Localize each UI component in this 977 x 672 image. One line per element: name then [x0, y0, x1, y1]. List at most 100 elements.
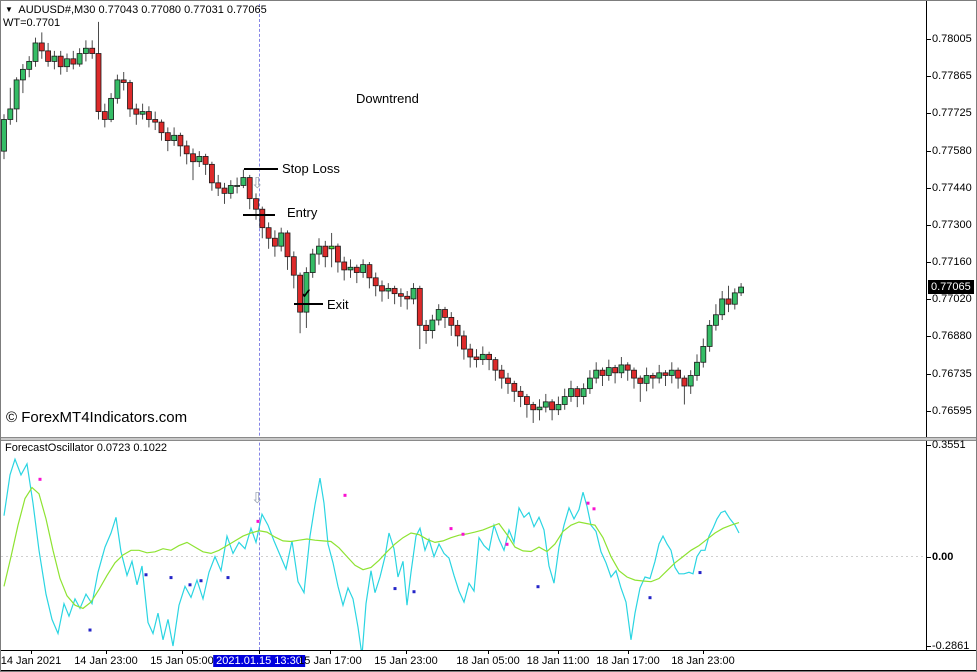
candle-body: [95, 53, 102, 112]
candle-body: [694, 361, 700, 376]
candle-body: [454, 324, 461, 337]
candle-body: [32, 42, 39, 62]
candle-body: [57, 55, 64, 68]
oscillator-values: 0.0723 0.1022: [96, 442, 168, 454]
candle-body: [379, 285, 385, 292]
time-axis-label[interactable]: 14 Jan 23:00: [74, 655, 138, 667]
magenta-dot: [449, 527, 453, 531]
price-axis-tick: [927, 336, 931, 337]
time-axis-label[interactable]: 18 Jan 23:00: [671, 655, 735, 667]
price-axis-label: 0.77865: [932, 70, 972, 82]
candle-body: [618, 364, 625, 374]
candle-body: [505, 377, 511, 384]
candle-body: [719, 298, 726, 316]
candle-body: [725, 298, 732, 305]
price-axis-label: 0.77020: [932, 293, 972, 305]
blue-dot: [88, 628, 92, 632]
price-axis-border: [926, 1, 927, 650]
exit-line[interactable]: [294, 303, 323, 305]
candle-body: [1, 119, 7, 152]
candle-body: [524, 396, 530, 405]
candle-body: [196, 156, 203, 163]
copyright-watermark: © ForexMT4Indicators.com: [6, 409, 188, 426]
entry-line[interactable]: [243, 214, 275, 216]
symbol-period-label: AUDUSD#,M30: [18, 4, 96, 16]
price-axis-label: 0.77725: [932, 107, 972, 119]
oscillator-axis-tick: [927, 445, 931, 446]
time-axis-label[interactable]: 15 Jan 05:00: [150, 655, 214, 667]
candle-body: [568, 388, 574, 397]
blue-dot: [412, 590, 416, 594]
candle-body: [171, 134, 178, 141]
candle-body: [624, 364, 631, 371]
candle-body: [631, 369, 637, 379]
candle-body: [473, 356, 480, 361]
current-price-badge: 0.77065: [928, 280, 974, 294]
candle-body: [731, 292, 738, 305]
candle-body: [738, 286, 744, 294]
price-axis-label: 0.77160: [932, 256, 972, 268]
pane-divider[interactable]: [1, 437, 976, 441]
candle-body: [13, 79, 20, 110]
candle-body: [51, 55, 58, 62]
price-axis-tick: [927, 188, 931, 189]
time-axis-label[interactable]: 18 Jan 17:00: [596, 655, 660, 667]
candle-body: [309, 253, 316, 273]
selected-time-label[interactable]: 2021.01.15 13:30: [213, 655, 305, 667]
main-chart-canvas[interactable]: [1, 1, 926, 438]
price-axis-label: 0.77580: [932, 145, 972, 157]
stop-loss-line[interactable]: [244, 168, 278, 170]
downtrend-annotation: Downtrend: [356, 91, 419, 106]
candle-body: [341, 261, 348, 271]
time-axis-label[interactable]: 15 Jan 23:00: [374, 655, 438, 667]
time-axis-label[interactable]: 18 Jan 11:00: [527, 655, 590, 667]
chart-header: ▼ AUDUSD#,M30 0.77043 0.77080 0.77031 0.…: [5, 4, 267, 16]
price-axis-tick: [927, 262, 931, 263]
down-arrow-icon: ⇩: [251, 490, 264, 507]
candle-body: [385, 287, 392, 292]
time-axis-label[interactable]: 15 Jan 17:00: [298, 655, 362, 667]
blue-dot: [144, 573, 148, 577]
candle-body: [656, 372, 663, 379]
candle-body: [643, 375, 650, 384]
candle-body: [208, 163, 215, 184]
candle-body: [271, 237, 278, 247]
candle-body: [460, 335, 467, 350]
candle-body: [215, 182, 222, 189]
candle-body: [152, 119, 159, 123]
exit-label: Exit: [327, 297, 349, 312]
candle-body: [7, 108, 14, 120]
candle-body: [681, 377, 688, 387]
blue-dot: [536, 585, 540, 589]
symbol-dropdown-icon[interactable]: ▼: [5, 5, 13, 14]
candle-body: [164, 132, 171, 141]
candle-body: [45, 50, 51, 62]
blue-dot: [226, 576, 230, 580]
candle-body: [316, 245, 322, 255]
time-axis-tick: [558, 651, 559, 654]
price-axis-tick: [927, 151, 931, 152]
candle-body: [675, 369, 681, 379]
time-axis-tick: [259, 651, 260, 654]
candle-body: [416, 287, 423, 326]
candle-body: [429, 319, 436, 331]
magenta-dot: [256, 519, 260, 523]
time-axis-tick: [703, 651, 704, 654]
magenta-dot: [586, 501, 590, 505]
candle-body: [605, 367, 612, 376]
candle-body: [662, 372, 669, 376]
candle-body: [498, 369, 505, 379]
candle-body: [38, 42, 45, 52]
candle-body: [397, 293, 404, 297]
price-axis-label: 0.77300: [932, 219, 972, 231]
oscillator-name: ForecastOscillator: [5, 442, 94, 454]
candle-body: [120, 79, 127, 83]
time-axis-label[interactable]: 14 Jan 2021: [1, 655, 61, 667]
blue-dot: [188, 583, 192, 587]
time-axis-label[interactable]: 18 Jan 05:00: [456, 655, 520, 667]
time-axis[interactable]: 14 Jan 2021 14 Jan 23:00 15 Jan 05:00 2021.…: [1, 650, 976, 671]
candle-body: [114, 79, 121, 99]
oscillator-canvas[interactable]: [1, 441, 926, 650]
candle-body: [580, 388, 587, 397]
magenta-dot: [461, 532, 465, 536]
